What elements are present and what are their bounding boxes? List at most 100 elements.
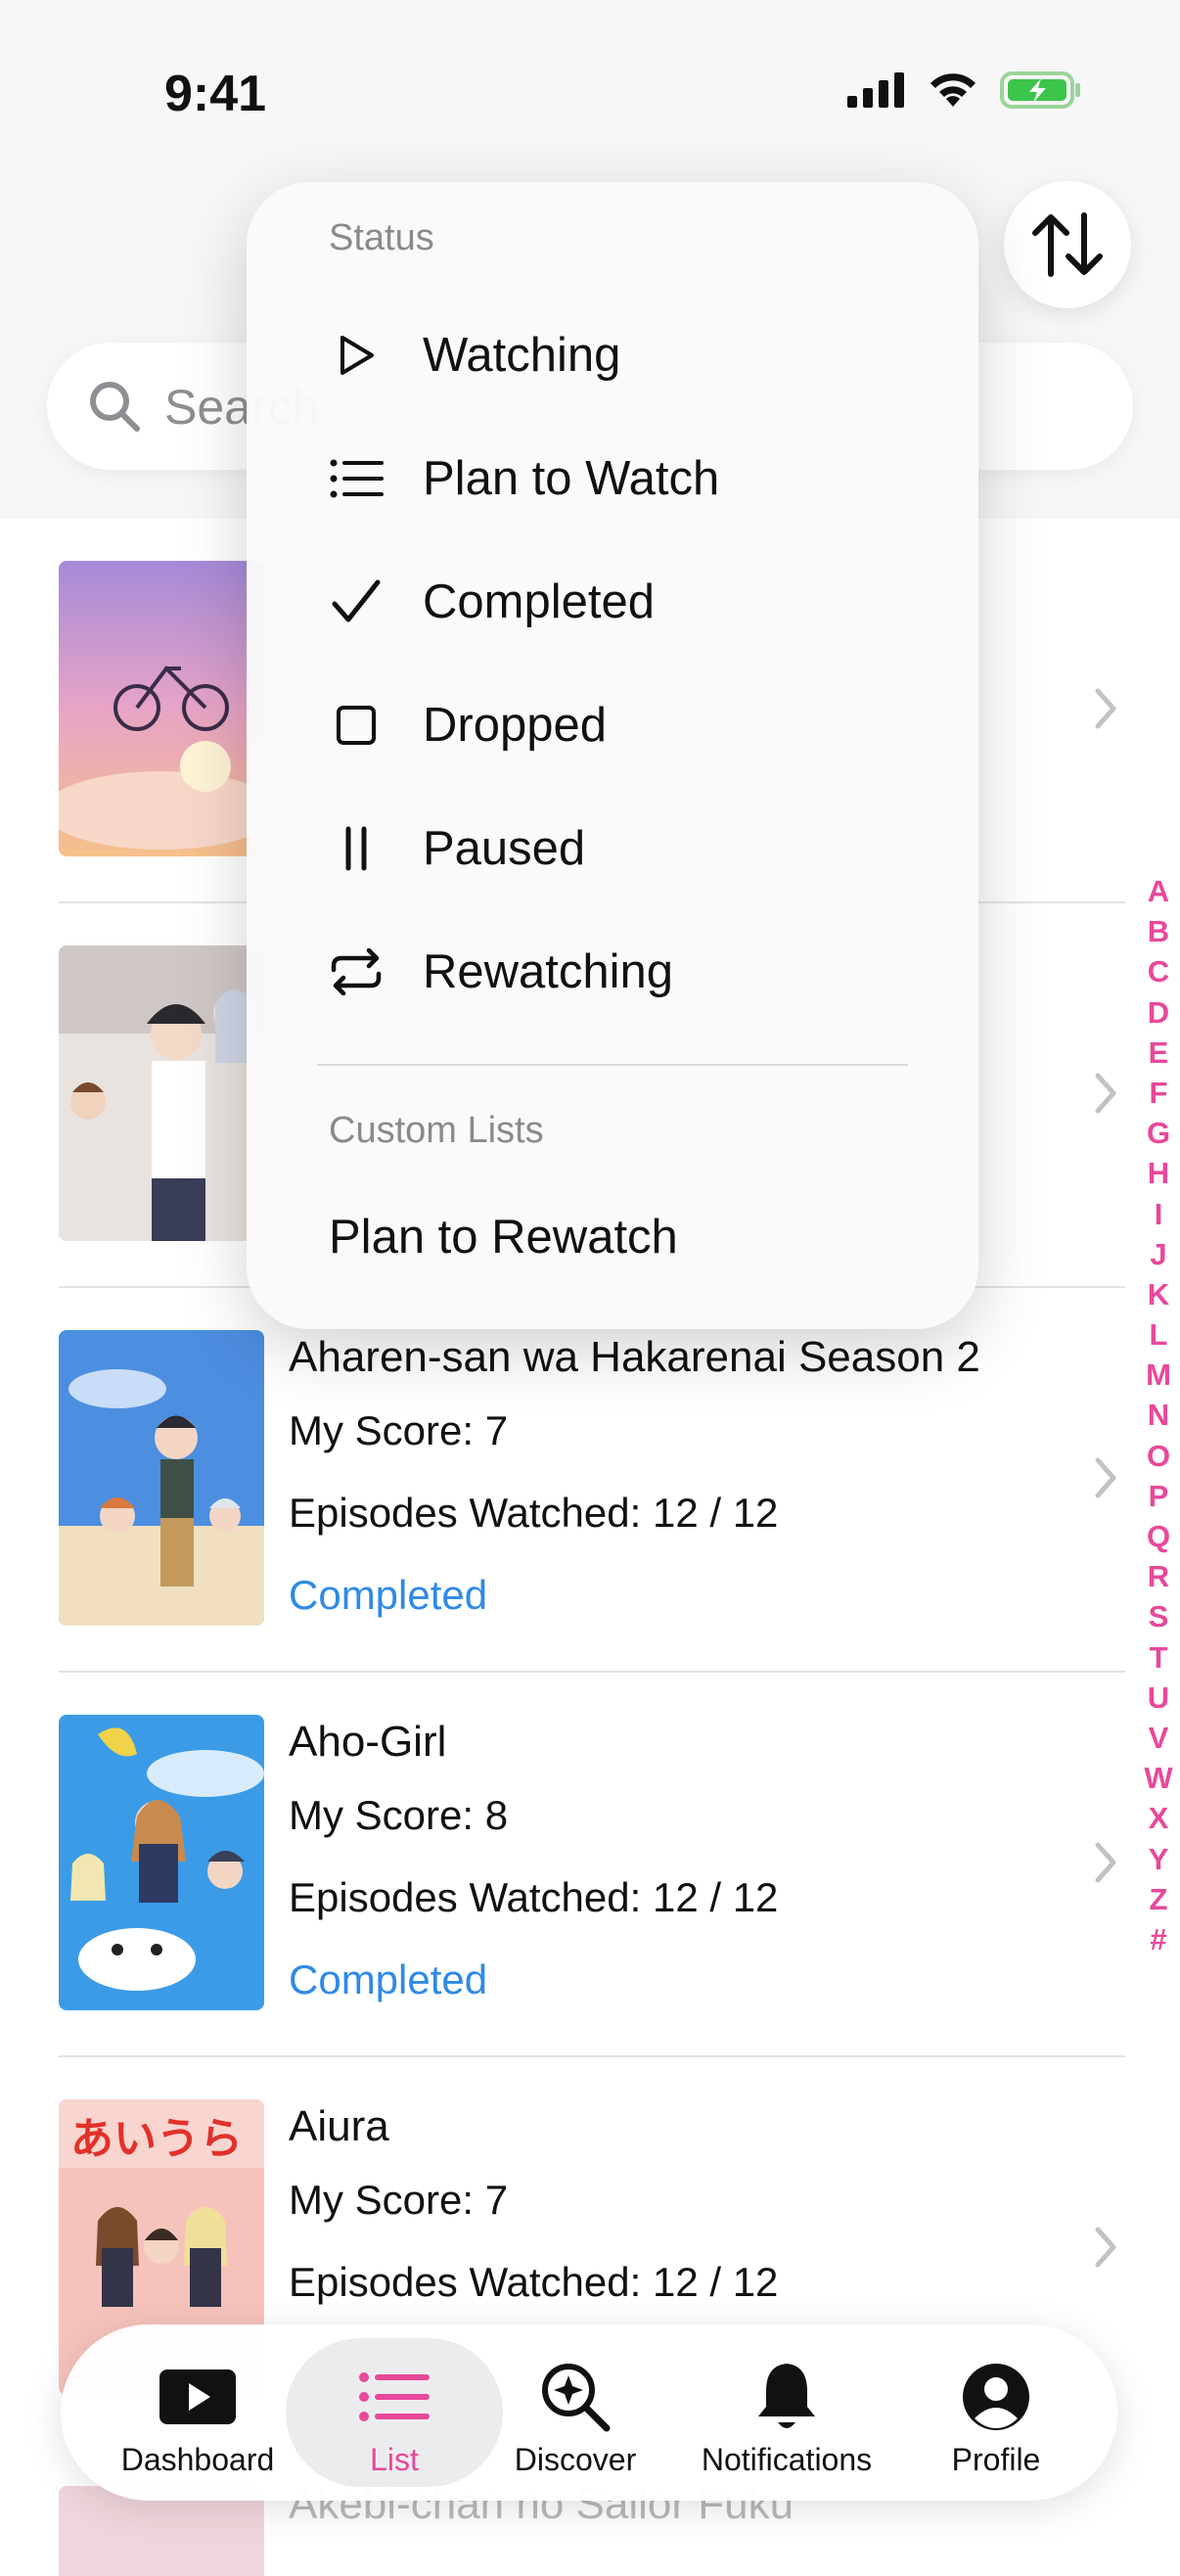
anime-title: Aiura xyxy=(289,2102,389,2150)
anime-score: My Score: 7 xyxy=(289,2177,509,2223)
chevron-right-icon xyxy=(1095,1457,1116,1498)
tab-label: Dashboard xyxy=(120,2442,275,2477)
alphabet-index-letter[interactable]: E xyxy=(1139,1033,1178,1073)
menu-item-dropped[interactable]: Dropped xyxy=(247,671,978,779)
alphabet-index-letter[interactable]: D xyxy=(1139,992,1178,1033)
anime-cover-image xyxy=(59,1715,264,2010)
wifi-icon xyxy=(930,73,976,107)
tab-list[interactable]: List xyxy=(296,2324,492,2501)
alphabet-index-letter[interactable]: G xyxy=(1139,1113,1178,1153)
anime-score: My Score: 8 xyxy=(289,1792,509,1838)
alphabet-index-letter[interactable]: O xyxy=(1139,1436,1178,1476)
menu-item-label: Plan to Watch xyxy=(423,452,720,505)
alphabet-index-letter[interactable]: Z xyxy=(1139,1879,1178,1919)
anime-episodes: Episodes Watched: 12 / 12 xyxy=(289,2259,779,2305)
menu-item-label: Watching xyxy=(423,329,621,382)
alphabet-index[interactable]: A B C D E F G H I J K L M N O P Q R S T U V W X Y Z # xyxy=(1139,871,1178,1959)
chevron-right-icon xyxy=(1095,1842,1116,1883)
list-item[interactable]: Aharen-san wa Hakarenai Season 2 My Scor… xyxy=(0,1288,1125,1673)
tab-notifications[interactable]: Notifications xyxy=(689,2324,885,2501)
pause-icon xyxy=(325,817,387,880)
anime-title: Aharen-san wa Hakarenai Season 2 xyxy=(289,1333,980,1381)
menu-item-label: Rewatching xyxy=(423,945,674,998)
sort-arrows-icon xyxy=(1032,212,1103,277)
anime-cover-image xyxy=(59,561,264,856)
person-circle-icon xyxy=(961,2358,1031,2436)
status-filter-menu: Status Watching Plan to Watch Completed … xyxy=(247,182,978,1329)
menu-divider xyxy=(317,1064,908,1066)
alphabet-index-letter[interactable]: K xyxy=(1139,1274,1178,1314)
list-icon xyxy=(358,2358,431,2436)
alphabet-index-letter[interactable]: N xyxy=(1139,1395,1178,1435)
bell-icon xyxy=(752,2358,821,2436)
alphabet-index-letter[interactable]: T xyxy=(1139,1637,1178,1678)
alphabet-index-letter[interactable]: # xyxy=(1139,1919,1178,1959)
alphabet-index-letter[interactable]: M xyxy=(1139,1355,1178,1395)
anime-status: Completed xyxy=(289,1956,488,2002)
menu-section-status: Status xyxy=(329,217,434,258)
alphabet-index-letter[interactable]: R xyxy=(1139,1556,1178,1596)
anime-info: Aho-Girl My Score: 8 Episodes Watched: 1… xyxy=(289,1710,778,2021)
magnify-sparkle-icon xyxy=(538,2358,613,2436)
menu-item-plan-to-rewatch[interactable]: Plan to Rewatch xyxy=(329,1210,678,1265)
anime-info: Aharen-san wa Hakarenai Season 2 My Scor… xyxy=(289,1325,980,1636)
play-rectangle-icon xyxy=(158,2358,238,2436)
chevron-right-icon xyxy=(1095,1073,1116,1114)
alphabet-index-letter[interactable]: L xyxy=(1139,1314,1178,1355)
tab-bar: Dashboard List Discover Notifications Pr… xyxy=(61,2324,1117,2501)
alphabet-index-letter[interactable]: X xyxy=(1139,1798,1178,1838)
chevron-right-icon xyxy=(1095,688,1116,729)
alphabet-index-letter[interactable]: C xyxy=(1139,951,1178,991)
tab-profile[interactable]: Profile xyxy=(898,2324,1094,2501)
alphabet-index-letter[interactable]: Y xyxy=(1139,1839,1178,1879)
anime-cover-image xyxy=(59,945,264,1241)
svg-text:あいうら: あいうら xyxy=(70,2114,243,2164)
anime-cover-image xyxy=(59,1330,264,1626)
anime-score: My Score: 7 xyxy=(289,1407,509,1453)
repeat-icon xyxy=(325,941,387,1003)
alphabet-index-letter[interactable]: H xyxy=(1139,1153,1178,1193)
anime-episodes: Episodes Watched: 12 / 12 xyxy=(289,1874,779,1920)
search-icon xyxy=(90,382,140,432)
menu-item-watching[interactable]: Watching xyxy=(247,301,978,409)
tab-discover[interactable]: Discover xyxy=(477,2324,673,2501)
menu-item-plan-to-watch[interactable]: Plan to Watch xyxy=(247,425,978,532)
menu-item-paused[interactable]: Paused xyxy=(247,795,978,902)
alphabet-index-letter[interactable]: Q xyxy=(1139,1516,1178,1556)
tab-label: Discover xyxy=(514,2442,637,2477)
cellular-signal-icon xyxy=(847,72,904,108)
alphabet-index-letter[interactable]: W xyxy=(1139,1758,1178,1798)
alphabet-index-letter[interactable]: S xyxy=(1139,1596,1178,1636)
menu-item-rewatching[interactable]: Rewatching xyxy=(247,918,978,1026)
alphabet-index-letter[interactable]: P xyxy=(1139,1476,1178,1516)
anime-episodes: Episodes Watched: 12 / 12 xyxy=(289,1490,779,1536)
status-bar: 9:41 xyxy=(0,0,1180,186)
alphabet-index-letter[interactable]: U xyxy=(1139,1678,1178,1718)
battery-charging-icon xyxy=(1000,71,1080,109)
checkmark-icon xyxy=(325,571,387,633)
status-icons xyxy=(847,70,1082,110)
alphabet-index-letter[interactable]: B xyxy=(1139,911,1178,951)
square-icon xyxy=(325,694,387,757)
menu-item-completed[interactable]: Completed xyxy=(247,548,978,656)
anime-title: Aho-Girl xyxy=(289,1718,447,1766)
list-item[interactable]: Aho-Girl My Score: 8 Episodes Watched: 1… xyxy=(0,1673,1125,2057)
menu-item-label: Completed xyxy=(423,575,655,628)
status-time: 9:41 xyxy=(164,66,267,122)
tab-dashboard[interactable]: Dashboard xyxy=(100,2324,295,2501)
list-icon xyxy=(325,447,387,510)
alphabet-index-letter[interactable]: I xyxy=(1139,1194,1178,1234)
menu-item-label: Paused xyxy=(423,822,586,875)
sort-button[interactable] xyxy=(1004,181,1131,308)
menu-item-label: Dropped xyxy=(423,699,607,752)
play-icon xyxy=(325,324,387,387)
tab-label: List xyxy=(370,2442,419,2477)
alphabet-index-letter[interactable]: V xyxy=(1139,1718,1178,1758)
alphabet-index-letter[interactable]: A xyxy=(1139,871,1178,911)
alphabet-index-letter[interactable]: J xyxy=(1139,1234,1178,1274)
alphabet-index-letter[interactable]: F xyxy=(1139,1073,1178,1113)
tab-label: Profile xyxy=(951,2442,1041,2477)
chevron-right-icon xyxy=(1095,2227,1116,2268)
menu-section-custom-lists: Custom Lists xyxy=(329,1110,544,1151)
anime-status: Completed xyxy=(289,1572,488,1618)
